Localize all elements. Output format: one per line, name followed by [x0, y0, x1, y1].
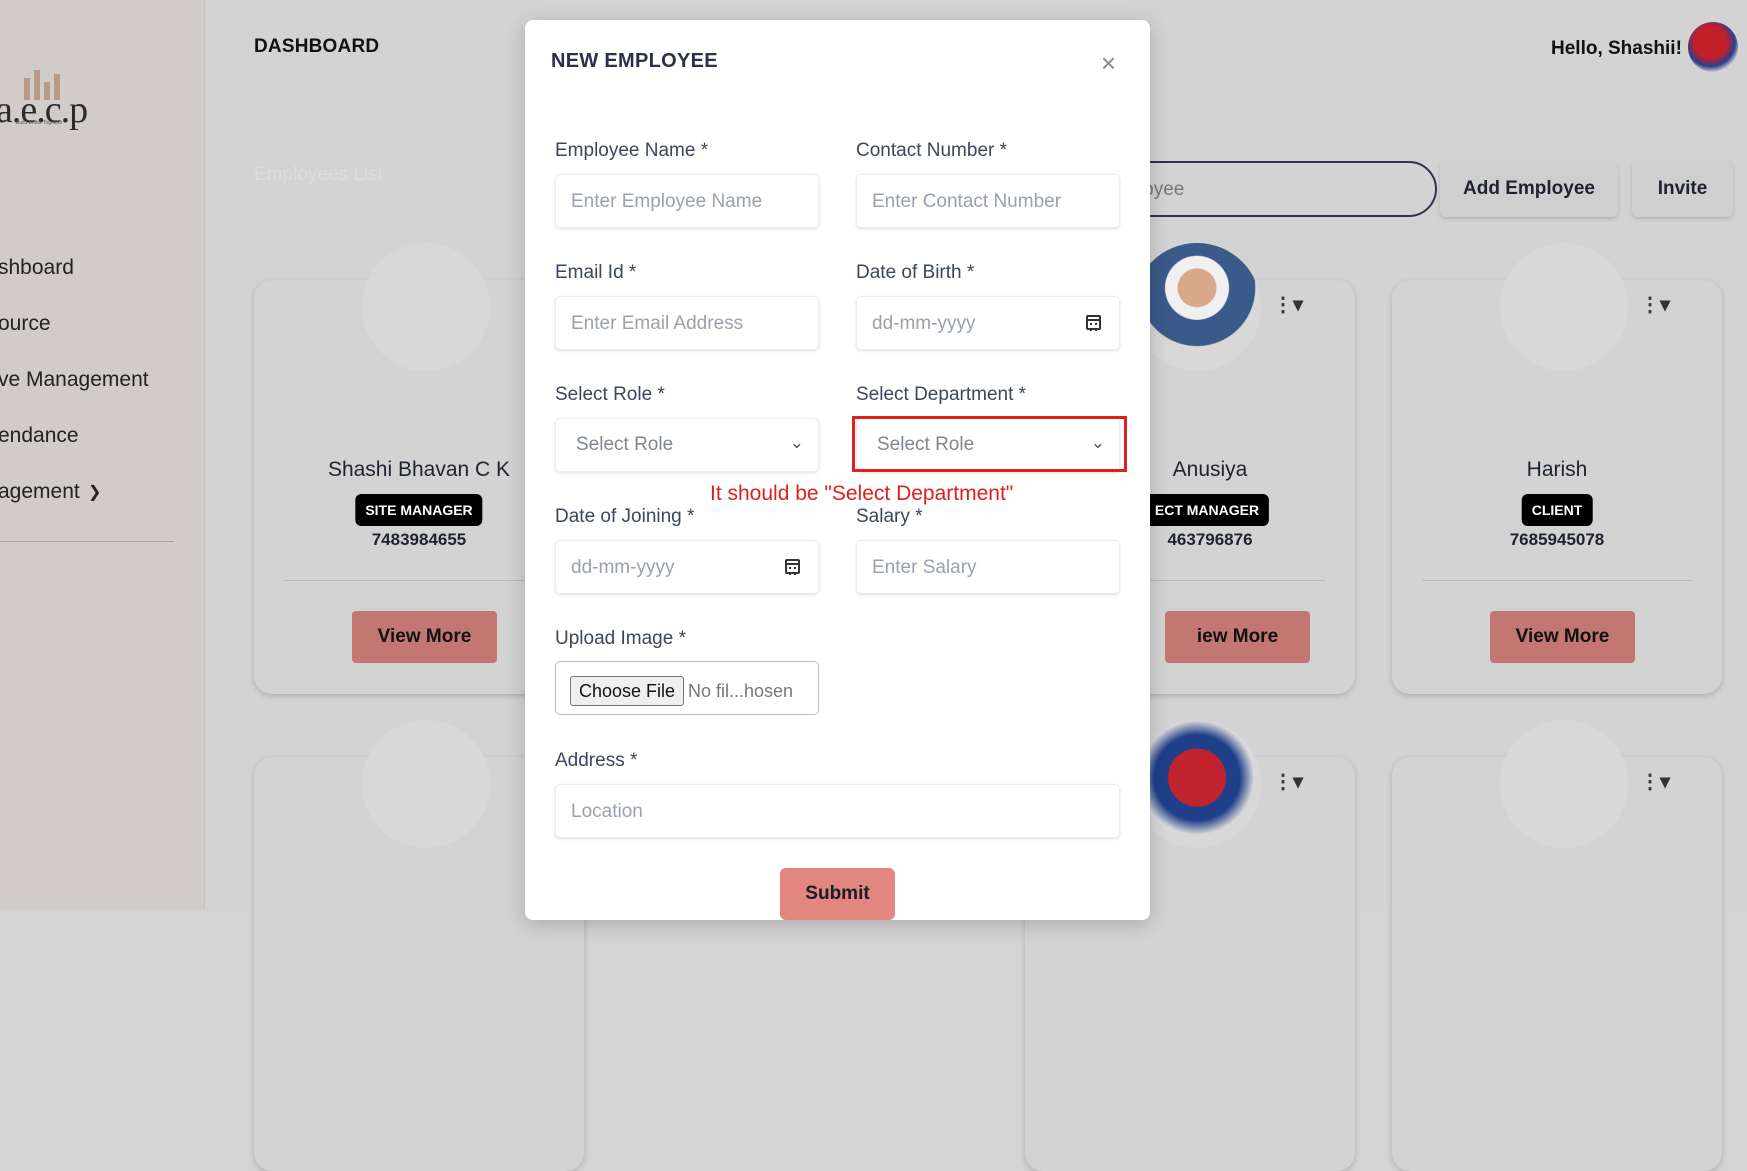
sidebar-item-resource[interactable]: ource [0, 306, 204, 362]
submit-button[interactable]: Submit [780, 868, 895, 920]
sidebar-item-dashboard[interactable]: shboard [0, 250, 204, 306]
sidebar-item-label: ource [0, 312, 51, 335]
annotation-text: It should be "Select Department" [710, 482, 1014, 505]
view-more-button[interactable]: View More [1490, 611, 1635, 663]
avatar [362, 243, 490, 371]
avatar[interactable] [1688, 22, 1738, 72]
logo-tagline: Build Better Together [16, 120, 63, 126]
contact-number-label: Contact Number * [856, 140, 1008, 161]
employee-phone: 7685945078 [1509, 530, 1605, 549]
dob-input[interactable] [872, 310, 1092, 338]
calendar-icon[interactable] [1086, 315, 1101, 331]
role-select[interactable]: Select Role ⌄ [555, 418, 819, 472]
salary-input[interactable] [872, 554, 1092, 582]
chevron-down-icon: ⌄ [789, 433, 804, 452]
divider [1422, 580, 1692, 581]
section-title: Employees List [254, 164, 383, 185]
salary-field[interactable] [856, 540, 1120, 594]
modal-title: NEW EMPLOYEE [551, 50, 718, 72]
employee-name: Harish [1526, 458, 1588, 481]
invite-button[interactable]: Invite [1632, 161, 1733, 217]
email-label: Email Id * [555, 262, 637, 283]
sidebar-item-label: shboard [0, 256, 74, 279]
employee-card: ⋮▾ Harish CLIENT 7685945078 View More [1392, 243, 1722, 694]
avatar [1133, 243, 1261, 371]
logo: a.e.c.p Build Better Together [0, 70, 116, 134]
sidebar-nav: shboard ource ve Management endance agem… [0, 250, 204, 530]
address-input[interactable] [571, 798, 1091, 826]
upload-label: Upload Image * [555, 628, 686, 649]
add-employee-button[interactable]: Add Employee [1440, 161, 1618, 217]
role-badge: ECT MANAGER [1144, 494, 1270, 526]
annotation-highlight-box [852, 416, 1127, 472]
upload-field[interactable]: Choose File No fil...hosen [555, 661, 819, 715]
more-menu-icon[interactable]: ⋮▾ [1640, 292, 1670, 317]
divider [284, 580, 554, 581]
sidebar-item-leave-management[interactable]: ve Management [0, 362, 204, 418]
close-icon[interactable]: × [1101, 48, 1116, 79]
more-menu-icon[interactable]: ⋮▾ [1640, 769, 1670, 794]
email-field[interactable] [555, 296, 819, 350]
dob-field[interactable] [856, 296, 1120, 350]
more-menu-icon[interactable]: ⋮▾ [1273, 292, 1303, 317]
employee-name-label: Employee Name * [555, 140, 709, 161]
address-field[interactable] [555, 784, 1120, 838]
role-badge: SITE MANAGER [355, 494, 483, 526]
employee-name-input[interactable] [571, 188, 791, 216]
file-status: No fil...hosen [688, 681, 794, 701]
employee-card: ⋮▾ [1392, 720, 1722, 1171]
contact-number-input[interactable] [872, 188, 1092, 216]
doj-input[interactable] [571, 554, 791, 582]
avatar [1500, 243, 1628, 371]
view-more-button[interactable]: View More [352, 611, 497, 663]
contact-number-field[interactable] [856, 174, 1120, 228]
avatar [1500, 720, 1628, 848]
sidebar-item-attendance[interactable]: endance [0, 418, 204, 474]
choose-file-button[interactable]: Choose File [570, 676, 685, 706]
view-more-button[interactable]: iew More [1165, 611, 1310, 663]
sidebar-item-management[interactable]: agement ❯ [0, 474, 204, 530]
employee-name-field[interactable] [555, 174, 819, 228]
department-label: Select Department * [856, 384, 1027, 405]
salary-label: Salary * [856, 506, 923, 527]
address-label: Address * [555, 750, 638, 771]
greeting: Hello, Shashii! [1551, 38, 1682, 59]
doj-label: Date of Joining * [555, 506, 695, 527]
doj-field[interactable] [555, 540, 819, 594]
role-select-value: Select Role [576, 434, 674, 455]
more-menu-icon[interactable]: ⋮▾ [1273, 769, 1303, 794]
dob-label: Date of Birth * [856, 262, 975, 283]
page-title: DASHBOARD [254, 36, 380, 57]
email-input[interactable] [571, 310, 791, 338]
calendar-icon[interactable] [785, 559, 800, 575]
chevron-down-icon: ❯ [88, 484, 102, 501]
role-badge: CLIENT [1521, 494, 1593, 526]
avatar [362, 720, 490, 848]
sidebar-item-label: agement [0, 480, 80, 503]
sidebar-item-label: endance [0, 424, 79, 447]
avatar [1133, 720, 1261, 848]
sidebar-divider [0, 541, 174, 542]
role-label: Select Role * [555, 384, 665, 405]
sidebar-item-label: ve Management [0, 368, 149, 391]
sidebar: a.e.c.p Build Better Together shboard ou… [0, 0, 205, 909]
